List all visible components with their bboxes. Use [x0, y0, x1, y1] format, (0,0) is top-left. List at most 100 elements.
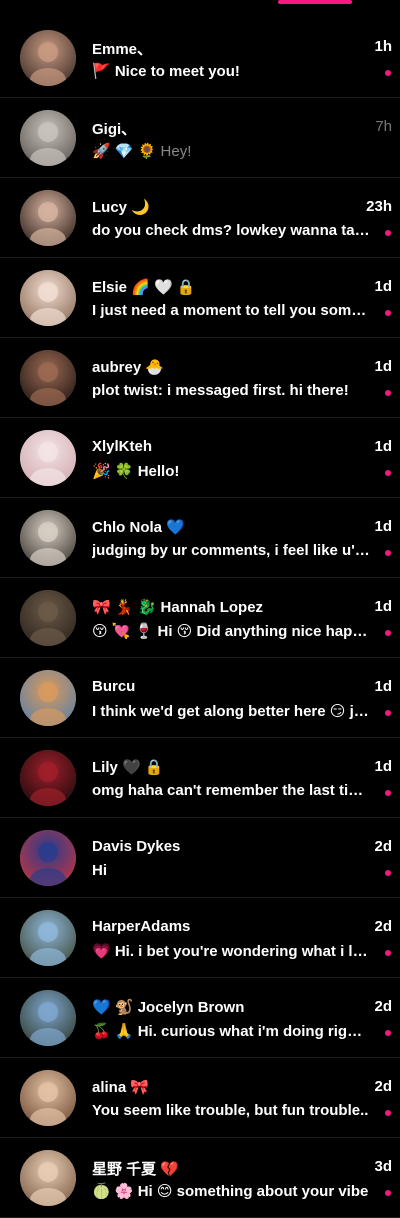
avatar[interactable]: [20, 1070, 76, 1126]
message-timestamp: 7h: [375, 118, 392, 135]
unread-dot-icon: [385, 630, 391, 636]
avatar-image: [20, 430, 76, 486]
avatar[interactable]: [20, 670, 76, 726]
message-timestamp: 1d: [374, 518, 392, 535]
contact-name: 💙 🐒 Jocelyn Brown: [92, 999, 245, 1016]
unread-dot-icon: [385, 230, 391, 236]
avatar-image: [20, 1150, 76, 1206]
unread-dot-icon: [385, 870, 391, 876]
conversation-row[interactable]: Burcu 1d I think we'd get along better her…: [0, 658, 400, 738]
avatar[interactable]: [20, 30, 76, 86]
unread-dot-icon: [385, 70, 391, 76]
contact-name: aubrey 🐣: [92, 359, 165, 376]
unread-dot-icon: [385, 1110, 391, 1116]
unread-dot-icon: [385, 1190, 391, 1196]
avatar[interactable]: [20, 990, 76, 1046]
avatar-image: [20, 510, 76, 566]
contact-name: 星野 千夏 💔: [92, 1161, 180, 1178]
avatar[interactable]: [20, 910, 76, 966]
message-preview: I think we'd get along better here 😏 jus…: [92, 703, 370, 720]
message-preview: 🍒 🙏 Hi. curious what i'm doing right now…: [92, 1023, 370, 1040]
message-timestamp: 2d: [374, 838, 392, 855]
avatar-image: [20, 670, 76, 726]
conversation-row[interactable]: XlylKteh 1d 🎉 🍀 Hello!: [0, 418, 400, 498]
avatar[interactable]: [20, 590, 76, 646]
contact-name: XlylKteh: [92, 438, 153, 455]
contact-name: Davis Dykes: [92, 838, 181, 855]
avatar-image: [20, 590, 76, 646]
conversation-row[interactable]: Elsie 🌈 🤍 🔒 1d I just need a moment to tel…: [0, 258, 400, 338]
message-timestamp: 1d: [374, 438, 392, 455]
message-timestamp: 1d: [374, 278, 392, 295]
avatar[interactable]: [20, 510, 76, 566]
message-timestamp: 1d: [374, 678, 392, 695]
active-tab-indicator: [278, 0, 352, 4]
unread-dot-icon: [385, 950, 391, 956]
message-preview: judging by ur comments, i feel like u'd …: [92, 542, 370, 559]
unread-dot-icon: [385, 310, 391, 316]
avatar-image: [20, 1070, 76, 1126]
contact-name: HarperAdams: [92, 918, 191, 935]
contact-name: Chlo Nola 💙: [92, 519, 185, 536]
message-preview: plot twist: i messaged first. hi there!: [92, 382, 349, 399]
message-timestamp: 1h: [374, 38, 392, 55]
avatar[interactable]: [20, 110, 76, 166]
avatar-image: [20, 910, 76, 966]
unread-dot-icon: [385, 550, 391, 556]
contact-name: Lucy 🌙: [92, 199, 150, 216]
avatar-image: [20, 750, 76, 806]
message-preview: 🍈 🌸 Hi 😊 something about your vibe: [92, 1183, 369, 1200]
unread-dot-icon: [385, 470, 391, 476]
avatar-image: [20, 190, 76, 246]
conversation-row[interactable]: alina 🎀 2d You seem like trouble, but fun …: [0, 1058, 400, 1138]
contact-name: Burcu: [92, 678, 136, 695]
contact-name: 🎀 💃 🐉 Hannah Lopez: [92, 599, 264, 616]
message-preview: I just need a moment to tell you somethi…: [92, 302, 370, 319]
contact-name: Lily 🖤 🔒: [92, 759, 164, 776]
contact-name: Emme、: [92, 41, 153, 58]
avatar[interactable]: [20, 270, 76, 326]
avatar-image: [20, 30, 76, 86]
unread-dot-icon: [385, 390, 391, 396]
avatar[interactable]: [20, 750, 76, 806]
conversation-row[interactable]: 💙 🐒 Jocelyn Brown 2d 🍒 🙏 Hi. curious what …: [0, 978, 400, 1058]
message-preview: 🎉 🍀 Hello!: [92, 463, 180, 480]
avatar-image: [20, 350, 76, 406]
conversation-list: Emme、 1h 🚩 Nice to meet you! Gigi、 7h 🚀 💎 🌻 H…: [0, 18, 400, 1218]
message-preview: 🚀 💎 🌻 Hey!: [92, 143, 192, 160]
conversation-row[interactable]: Davis Dykes 2d Hi: [0, 818, 400, 898]
message-preview: 💗 Hi. i bet you're wondering what i look…: [92, 943, 370, 960]
message-preview: do you check dms? lowkey wanna talk to y…: [92, 222, 370, 239]
message-timestamp: 2d: [374, 918, 392, 935]
message-timestamp: 2d: [374, 1078, 392, 1095]
avatar-image: [20, 110, 76, 166]
avatar[interactable]: [20, 830, 76, 886]
message-timestamp: 3d: [374, 1158, 392, 1175]
message-timestamp: 1d: [374, 758, 392, 775]
conversation-row[interactable]: Lily 🖤 🔒 1d omg haha can't remember the la…: [0, 738, 400, 818]
avatar-image: [20, 270, 76, 326]
message-preview: 🚩 Nice to meet you!: [92, 63, 240, 80]
unread-dot-icon: [385, 790, 391, 796]
avatar[interactable]: [20, 430, 76, 486]
message-timestamp: 23h: [366, 198, 392, 215]
avatar[interactable]: [20, 1150, 76, 1206]
message-timestamp: 2d: [374, 998, 392, 1015]
avatar[interactable]: [20, 350, 76, 406]
conversation-row[interactable]: Gigi、 7h 🚀 💎 🌻 Hey!: [0, 98, 400, 178]
conversation-row[interactable]: HarperAdams 2d 💗 Hi. i bet you're wonderin…: [0, 898, 400, 978]
conversation-row[interactable]: Chlo Nola 💙 1d judging by ur comments, i f…: [0, 498, 400, 578]
conversation-row[interactable]: Emme、 1h 🚩 Nice to meet you!: [0, 18, 400, 98]
contact-name: alina 🎀: [92, 1079, 150, 1096]
message-preview: Hi: [92, 862, 107, 879]
conversation-row[interactable]: 🎀 💃 🐉 Hannah Lopez 1d 😚 💘 🍷 Hi 😚 Did anyth…: [0, 578, 400, 658]
conversation-row[interactable]: Lucy 🌙 23h do you check dms? lowkey wanna …: [0, 178, 400, 258]
message-preview: You seem like trouble, but fun trouble..: [92, 1102, 369, 1119]
avatar[interactable]: [20, 190, 76, 246]
conversation-row[interactable]: aubrey 🐣 1d plot twist: i messaged first. …: [0, 338, 400, 418]
unread-dot-icon: [385, 1030, 391, 1036]
avatar-image: [20, 990, 76, 1046]
conversation-row[interactable]: 星野 千夏 💔 3d 🍈 🌸 Hi 😊 something about your v…: [0, 1138, 400, 1218]
contact-name: Elsie 🌈 🤍 🔒: [92, 279, 196, 296]
message-preview: omg haha can't remember the last time i …: [92, 782, 370, 799]
